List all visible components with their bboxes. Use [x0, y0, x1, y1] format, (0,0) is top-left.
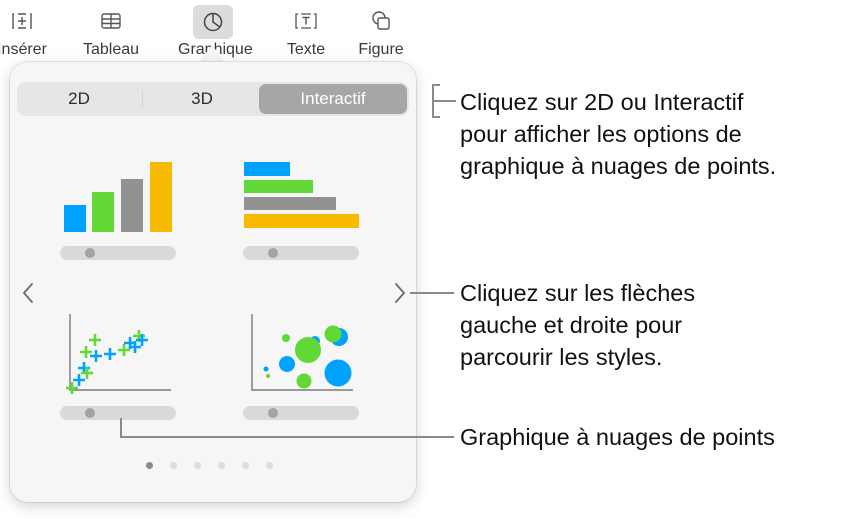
- callout-text-line: parcourir les styles.: [460, 344, 663, 370]
- next-arrow-button[interactable]: [389, 278, 411, 308]
- callout-text-line: gauche et droite pour: [460, 312, 683, 338]
- callout-line-scatter: [120, 436, 454, 438]
- table-icon: [96, 6, 126, 36]
- bar-blue: [244, 162, 290, 176]
- toolbar-shape-label: Figure: [358, 41, 404, 58]
- column-chart-thumbnail: [64, 162, 172, 232]
- scatter-chart-thumbnail: [66, 314, 171, 394]
- slider-knob[interactable]: [85, 248, 95, 258]
- bubble: [296, 373, 312, 389]
- page-dot[interactable]: [218, 462, 225, 469]
- popover-pointer: [198, 45, 226, 63]
- scatter-point: [89, 334, 101, 346]
- callout-arrows: Cliquez sur les flèches gauche et droite…: [460, 277, 695, 373]
- segment-interactive[interactable]: Interactif: [259, 84, 407, 114]
- bar-chart-slider[interactable]: [243, 246, 359, 260]
- callout-text-line: graphique à nuages de points.: [460, 153, 777, 179]
- bubble: [324, 325, 342, 343]
- scatter-point: [73, 374, 85, 386]
- page-dot[interactable]: [242, 462, 249, 469]
- bubble: [263, 366, 269, 372]
- bubble-chart-slider[interactable]: [243, 406, 359, 420]
- bubble: [266, 374, 270, 378]
- page-dot[interactable]: [170, 462, 177, 469]
- segment-3d[interactable]: 3D: [145, 84, 259, 114]
- toolbar-table-label: Tableau: [82, 41, 140, 58]
- insert-icon: [7, 6, 37, 36]
- bar-green: [244, 180, 313, 193]
- chart-icon: [193, 5, 233, 39]
- callout-line-scatter-vertical: [120, 418, 122, 436]
- page-dot[interactable]: [146, 462, 153, 469]
- callout-text-line: Graphique à nuages de points: [460, 424, 775, 450]
- segment-2d[interactable]: 2D: [19, 84, 139, 114]
- slider-knob[interactable]: [268, 248, 278, 258]
- slider-knob[interactable]: [268, 408, 278, 418]
- bubble: [282, 334, 290, 342]
- chart-style-bar[interactable]: [240, 154, 370, 284]
- previous-arrow-button[interactable]: [17, 278, 39, 308]
- callout-line-arrows: [410, 292, 454, 294]
- shape-icon: [366, 6, 396, 36]
- callout-scatter: Graphique à nuages de points: [460, 421, 775, 453]
- callout-bracket-bottom: [432, 116, 440, 118]
- column-chart-slider[interactable]: [60, 246, 176, 260]
- callout-text-line: Cliquez sur les flèches: [460, 280, 696, 306]
- bubble: [324, 359, 352, 387]
- bar-gray: [244, 197, 336, 210]
- chevron-left-icon: [22, 283, 33, 303]
- toolbar-insert-label: Insérer: [0, 41, 47, 58]
- segment-divider: [142, 90, 143, 108]
- chart-type-segmented-control: 2D 3D Interactif: [17, 82, 409, 116]
- slider-knob[interactable]: [85, 408, 95, 418]
- bar-yellow: [244, 214, 359, 228]
- chart-style-column[interactable]: [60, 154, 190, 284]
- column-bar-green: [92, 192, 114, 232]
- chart-style-bubble[interactable]: [240, 310, 370, 440]
- bubble-chart-thumbnail: [251, 314, 353, 391]
- column-bar-yellow: [150, 162, 172, 232]
- column-bar-blue: [64, 205, 86, 232]
- bubble: [279, 356, 295, 372]
- callout-text-line: pour afficher les options de: [460, 121, 742, 147]
- column-bar-gray: [121, 179, 143, 232]
- scatter-point: [104, 348, 116, 360]
- bubble: [295, 337, 321, 363]
- text-icon: [291, 6, 321, 36]
- chevron-right-icon: [395, 283, 406, 303]
- toolbar-text-label: Texte: [286, 41, 326, 58]
- page-dot[interactable]: [194, 462, 201, 469]
- chart-style-scatter[interactable]: [60, 310, 190, 440]
- callout-text-line: Cliquez sur 2D ou Interactif: [460, 89, 744, 115]
- scatter-point: [66, 382, 78, 394]
- callout-segments: Cliquez sur 2D ou Interactif pour affich…: [460, 86, 776, 182]
- page-dot[interactable]: [266, 462, 273, 469]
- callout-line-segments: [434, 100, 456, 102]
- callout-bracket-top: [432, 84, 440, 86]
- bar-chart-thumbnail: [244, 162, 359, 228]
- scatter-chart-slider[interactable]: [60, 406, 176, 420]
- scatter-point: [118, 344, 130, 356]
